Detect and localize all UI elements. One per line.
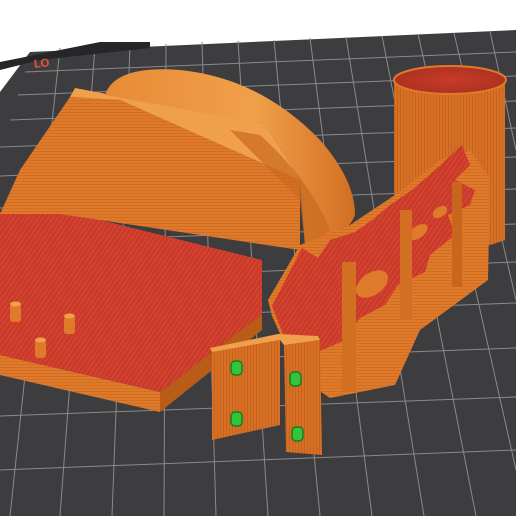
build-plate-label: LO bbox=[33, 56, 50, 71]
bracket-left-tab bbox=[212, 340, 280, 440]
bracket-hole-2 bbox=[230, 411, 243, 427]
peg-left bbox=[10, 304, 21, 322]
slicer-3d-viewport[interactable]: LO bbox=[0, 0, 516, 516]
peg-middle bbox=[64, 316, 75, 334]
bracket-hole-3 bbox=[289, 371, 302, 387]
bracket-hole-4 bbox=[291, 426, 304, 442]
peg-front bbox=[35, 340, 46, 358]
bracket-hole-1 bbox=[230, 360, 243, 376]
